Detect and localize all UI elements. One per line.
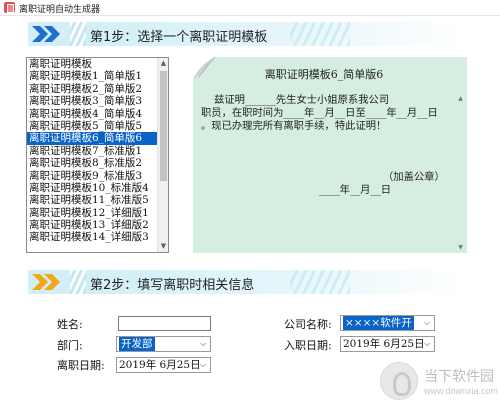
preview-title: 离职证明模板6_简单版6 — [264, 68, 384, 81]
list-item[interactable]: 离职证明模板12_详细版1 — [27, 207, 158, 219]
leave-date-picker[interactable]: 2019年 6月25日 ⌵ — [116, 357, 211, 373]
list-item[interactable]: 离职证明模板11_标准版5 — [27, 194, 158, 206]
banner-stripes — [70, 22, 86, 46]
leave-date-label: 离职日期: — [57, 359, 105, 372]
template-listbox[interactable]: 离职证明模板 离职证明模板1_简单版1 离职证明模板2_简单版2 离职证明模板3_简单… — [26, 57, 169, 253]
banner-decoration — [289, 22, 350, 46]
step2-title: 第2步：填写离职时相关信息 — [90, 278, 255, 293]
company-value: ××××软件开 — [343, 316, 414, 330]
preview-date: ____年__月__日 — [319, 184, 392, 196]
watermark-icon — [380, 362, 418, 400]
list-item[interactable]: 离职证明模板5_简单版5 — [27, 120, 158, 132]
banner-decoration — [289, 270, 350, 294]
watermark-text: 当下软件园 — [424, 369, 494, 385]
dept-select[interactable]: 开发部 ⌵ — [116, 336, 211, 352]
join-date-picker[interactable]: 2019年 6月25日 ⌵ — [340, 336, 435, 352]
list-item[interactable]: 离职证明模板4_简单版4 — [27, 108, 158, 120]
step1-title: 第1步：选择一个离职证明模板 — [90, 30, 268, 45]
list-item[interactable]: 离职证明模板 — [27, 58, 158, 70]
list-item[interactable]: 离职证明模板9_标准版3 — [27, 170, 158, 182]
scroll-down-icon[interactable]: ▼ — [158, 241, 168, 252]
list-item[interactable]: 离职证明模板14_详细版3 — [27, 231, 158, 243]
certificate-icon — [4, 2, 15, 13]
company-label: 公司名称: — [284, 318, 332, 331]
scroll-thumb[interactable] — [160, 71, 167, 181]
list-item[interactable]: 离职证明模板3_简单版3 — [27, 95, 158, 107]
list-item[interactable]: 离职证明模板8_标准版2 — [27, 157, 158, 169]
scroll-up-icon[interactable]: ▲ — [456, 95, 465, 102]
list-item[interactable]: 离职证明模板13_详细版2 — [27, 219, 158, 231]
join-date-label: 入职日期: — [284, 339, 332, 352]
preview-scrollbar[interactable]: ▲ ▼ — [456, 95, 465, 251]
list-item[interactable]: 离职证明模板1_简单版1 — [27, 70, 158, 82]
step2-banner: 第2步：填写离职时相关信息 — [28, 270, 464, 294]
name-label: 姓名: — [57, 318, 83, 331]
watermark-logo: 当下软件园 www.downxia.com — [376, 360, 498, 404]
list-item[interactable]: 离职证明模板10_标准版4 — [27, 182, 158, 194]
banner-stripes — [70, 270, 86, 294]
template-list-items: 离职证明模板 离职证明模板1_简单版1 离职证明模板2_简单版2 离职证明模板3_简单… — [27, 58, 158, 244]
watermark-subtext: www.downxia.com — [424, 386, 499, 396]
join-date-value: 2019年 6月25日 — [343, 338, 425, 350]
scroll-up-icon[interactable]: ▲ — [158, 58, 168, 69]
dept-label: 部门: — [57, 339, 83, 352]
company-select[interactable]: ××××软件开 ⌵ — [340, 315, 435, 331]
list-item[interactable]: 离职证明模板6_简单版6 — [27, 132, 158, 145]
chevron-down-icon[interactable]: ⌵ — [198, 358, 208, 372]
double-chevron-icon — [28, 22, 70, 46]
preview-stamp: （加盖公章） — [383, 171, 445, 183]
title-bar: 离职证明自动生成器 — [0, 0, 500, 16]
list-scrollbar[interactable]: ▲ ▼ — [157, 58, 168, 252]
chevron-down-icon[interactable]: ⌵ — [422, 316, 432, 330]
list-item[interactable]: 离职证明模板7_标准版1 — [27, 145, 158, 157]
chevron-down-icon[interactable]: ⌵ — [422, 337, 432, 351]
double-chevron-icon — [28, 270, 70, 294]
step1-banner: 第1步：选择一个离职证明模板 — [28, 22, 464, 46]
window-title: 离职证明自动生成器 — [19, 4, 101, 14]
list-item[interactable]: 离职证明模板2_简单版2 — [27, 83, 158, 95]
scroll-down-icon[interactable]: ▼ — [456, 244, 465, 251]
chevron-down-icon[interactable]: ⌵ — [198, 337, 208, 351]
name-input[interactable] — [118, 316, 211, 331]
leave-date-value: 2019年 6月25日 — [119, 359, 201, 371]
certificate-preview: 离职证明模板6_简单版6 兹证明______先生女士小姐原系我公司 职员，在职时… — [193, 57, 467, 253]
dept-value: 开发部 — [119, 337, 155, 351]
preview-body: 兹证明______先生女士小姐原系我公司 职员，在职时间为____年__月__日… — [201, 94, 438, 132]
